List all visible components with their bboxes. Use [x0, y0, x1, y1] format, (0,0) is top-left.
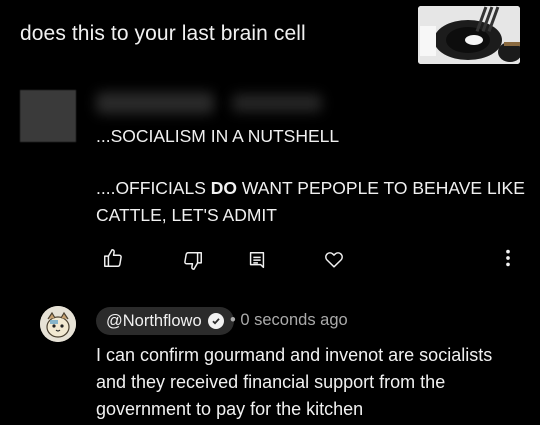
comment-line: ...SOCIALISM IN A NUTSHELL — [96, 126, 340, 146]
reply-avatar[interactable] — [40, 306, 76, 342]
thumbnail-image — [418, 6, 520, 64]
more-options-icon[interactable] — [497, 247, 519, 269]
reply-timestamp: • 0 seconds ago — [230, 311, 348, 329]
redacted-username — [96, 92, 214, 114]
avatar[interactable] — [20, 90, 76, 142]
video-thumbnail[interactable] — [418, 6, 520, 64]
reply-author-handle[interactable]: @Northflowo — [96, 307, 234, 335]
reply-handle-text: @Northflowo — [106, 311, 202, 330]
verified-check-icon — [207, 313, 224, 329]
reply-line: I can confirm gourmand and invenot are s… — [96, 345, 493, 365]
comment-line: ....OFFICIALS DO WANT PEPOPLE TO BEHAVE … — [96, 178, 525, 198]
like-icon[interactable] — [102, 247, 124, 269]
avatar-illustration — [40, 306, 76, 342]
heart-icon[interactable] — [323, 248, 345, 270]
emphasis: DO — [210, 178, 237, 198]
dislike-icon[interactable] — [182, 250, 204, 272]
reply-body: I can confirm gourmand and invenot are s… — [96, 342, 492, 423]
reply-icon[interactable] — [246, 250, 268, 272]
post-title: does this to your last brain cell — [20, 22, 306, 45]
reply-line: government to pay for the kitchen — [96, 399, 364, 419]
comment-line: CATTLE, LET'S ADMIT — [96, 205, 277, 225]
redacted-timestamp — [232, 94, 322, 112]
reply-line: and they received financial support from… — [96, 372, 446, 392]
